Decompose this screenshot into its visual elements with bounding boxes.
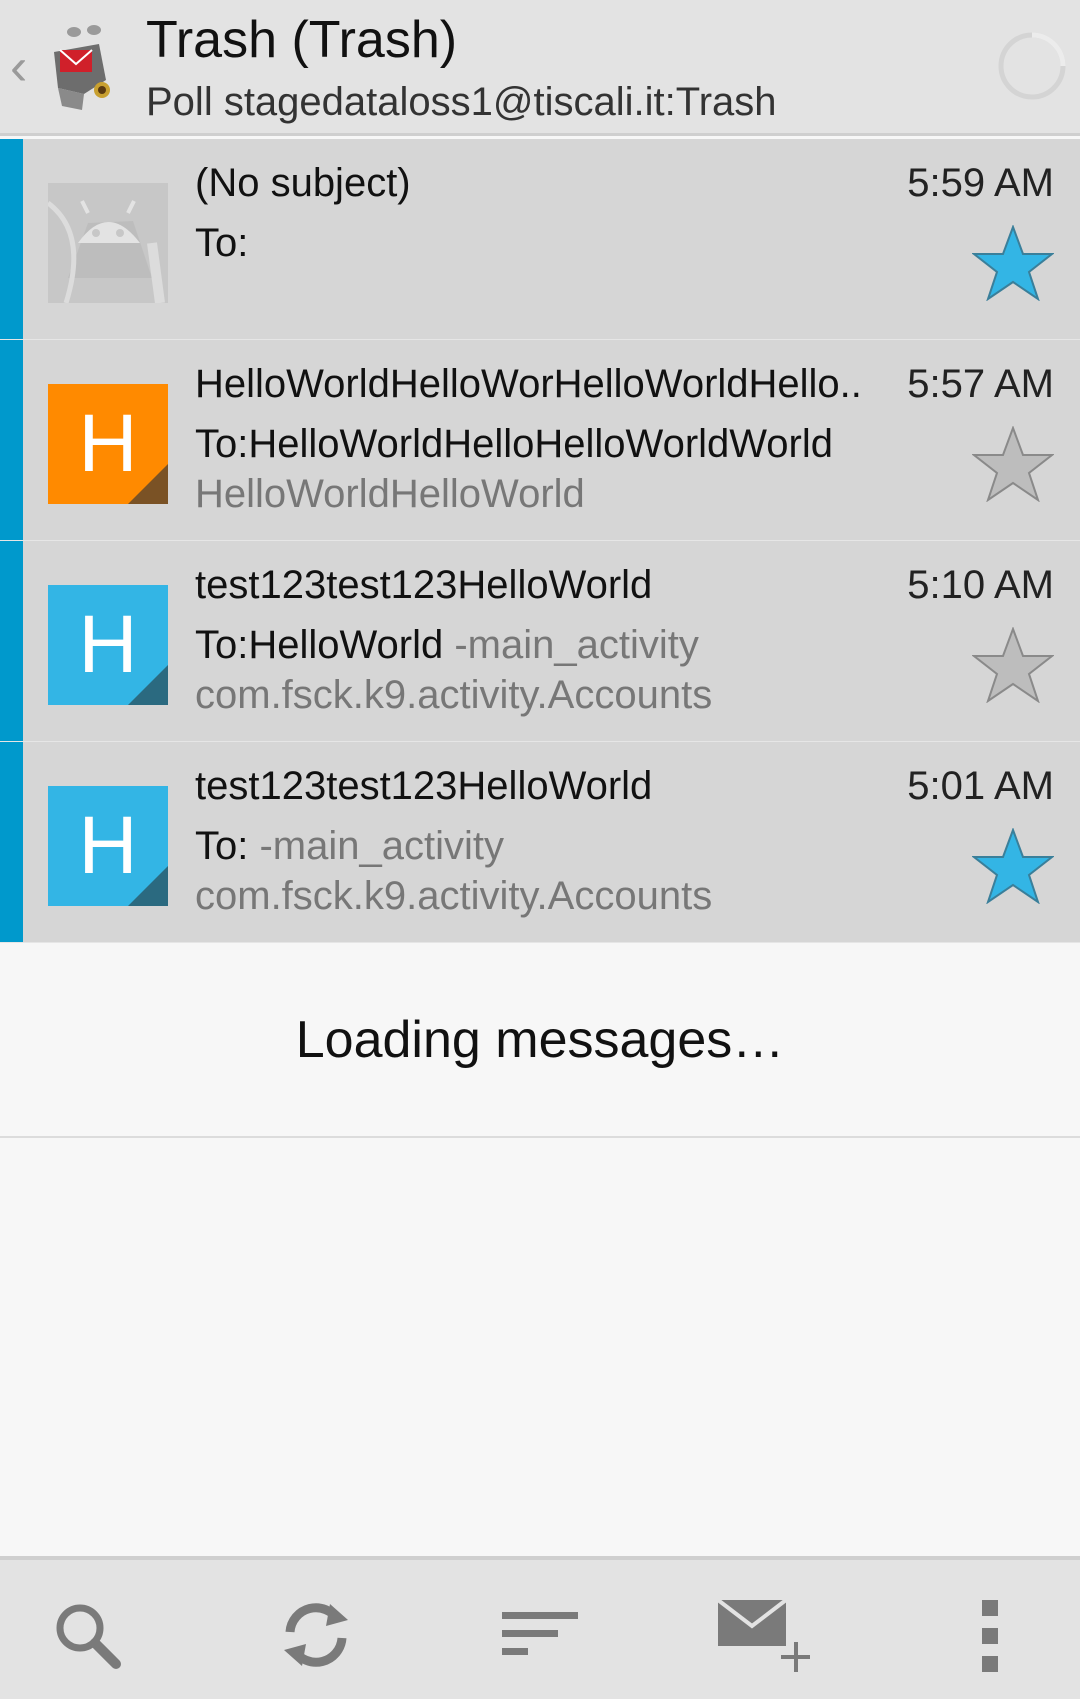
back-chevron-icon[interactable]: ‹: [10, 40, 40, 94]
star-icon[interactable]: [971, 224, 1055, 302]
message-time: 5:59 AM: [907, 161, 1054, 205]
avatar-corner: [128, 665, 168, 705]
page-subtitle: Poll stagedataloss1@tiscali.it:Trash: [146, 80, 777, 124]
unread-indicator: [0, 340, 23, 540]
bottom-toolbar: [0, 1556, 1080, 1699]
message-time: 5:57 AM: [907, 362, 1054, 406]
contact-avatar-android-icon[interactable]: [48, 183, 168, 303]
contact-avatar[interactable]: H: [48, 585, 168, 705]
action-bar: ‹ Trash (Trash) Poll stagedataloss1@tisc…: [0, 0, 1080, 136]
message-row[interactable]: H test123test123HelloWorld 5:10 AM To:He…: [0, 541, 1080, 742]
loading-footer[interactable]: Loading messages…: [0, 944, 1080, 1138]
page-title: Trash (Trash): [146, 11, 458, 69]
recipient-preview: -main_activity: [248, 824, 504, 868]
message-preview: com.fsck.k9.activity.Accounts: [195, 673, 713, 717]
message-subject: (No subject): [195, 161, 411, 205]
message-row[interactable]: H test123test123HelloWorld 5:01 AM To: -…: [0, 742, 1080, 943]
message-preview: com.fsck.k9.activity.Accounts: [195, 874, 713, 918]
compose-icon[interactable]: [714, 1590, 811, 1680]
refresh-icon[interactable]: [268, 1590, 364, 1680]
search-icon[interactable]: [42, 1590, 138, 1680]
loading-text: Loading messages…: [295, 1011, 785, 1069]
message-time: 5:10 AM: [907, 563, 1054, 607]
message-recipients: To: -main_activity: [195, 824, 885, 869]
message-subject: test123test123HelloWorld: [195, 764, 653, 808]
star-icon[interactable]: [971, 425, 1055, 503]
message-list: (No subject) 5:59 AM To: H HelloWorldHel…: [0, 139, 1080, 943]
message-time: 5:01 AM: [907, 764, 1054, 808]
recipient-text: To:: [195, 221, 249, 265]
message-recipients: To:HelloWorldHelloHelloWorldWorld: [195, 422, 885, 467]
message-subject: HelloWorldHelloWorHelloWorldHello..: [195, 362, 862, 406]
message-recipients: To:HelloWorld -main_activity: [195, 623, 885, 668]
recipient-preview: -main_activity: [443, 623, 699, 667]
star-icon[interactable]: [971, 827, 1055, 905]
recipient-text: To:: [195, 824, 249, 868]
unread-indicator: [0, 139, 23, 339]
message-preview: HelloWorldHelloWorld: [195, 472, 585, 516]
loading-spinner-icon: [996, 30, 1068, 102]
contact-avatar[interactable]: H: [48, 384, 168, 504]
overflow-menu-icon[interactable]: [942, 1590, 1038, 1680]
contact-avatar[interactable]: H: [48, 786, 168, 906]
star-icon[interactable]: [971, 626, 1055, 704]
avatar-corner: [128, 866, 168, 906]
message-subject: test123test123HelloWorld: [195, 563, 653, 607]
sort-icon[interactable]: [492, 1590, 588, 1680]
message-recipients: To:: [195, 221, 885, 266]
recipient-text: To:HelloWorld: [195, 623, 444, 667]
message-row[interactable]: H HelloWorldHelloWorHelloWorldHello.. 5:…: [0, 340, 1080, 541]
unread-indicator: [0, 742, 23, 942]
avatar-corner: [128, 464, 168, 504]
app-logo-icon[interactable]: [44, 22, 124, 114]
recipient-text: To:HelloWorldHelloHelloWorldWorld: [195, 422, 834, 466]
unread-indicator: [0, 541, 23, 741]
message-row[interactable]: (No subject) 5:59 AM To:: [0, 139, 1080, 340]
